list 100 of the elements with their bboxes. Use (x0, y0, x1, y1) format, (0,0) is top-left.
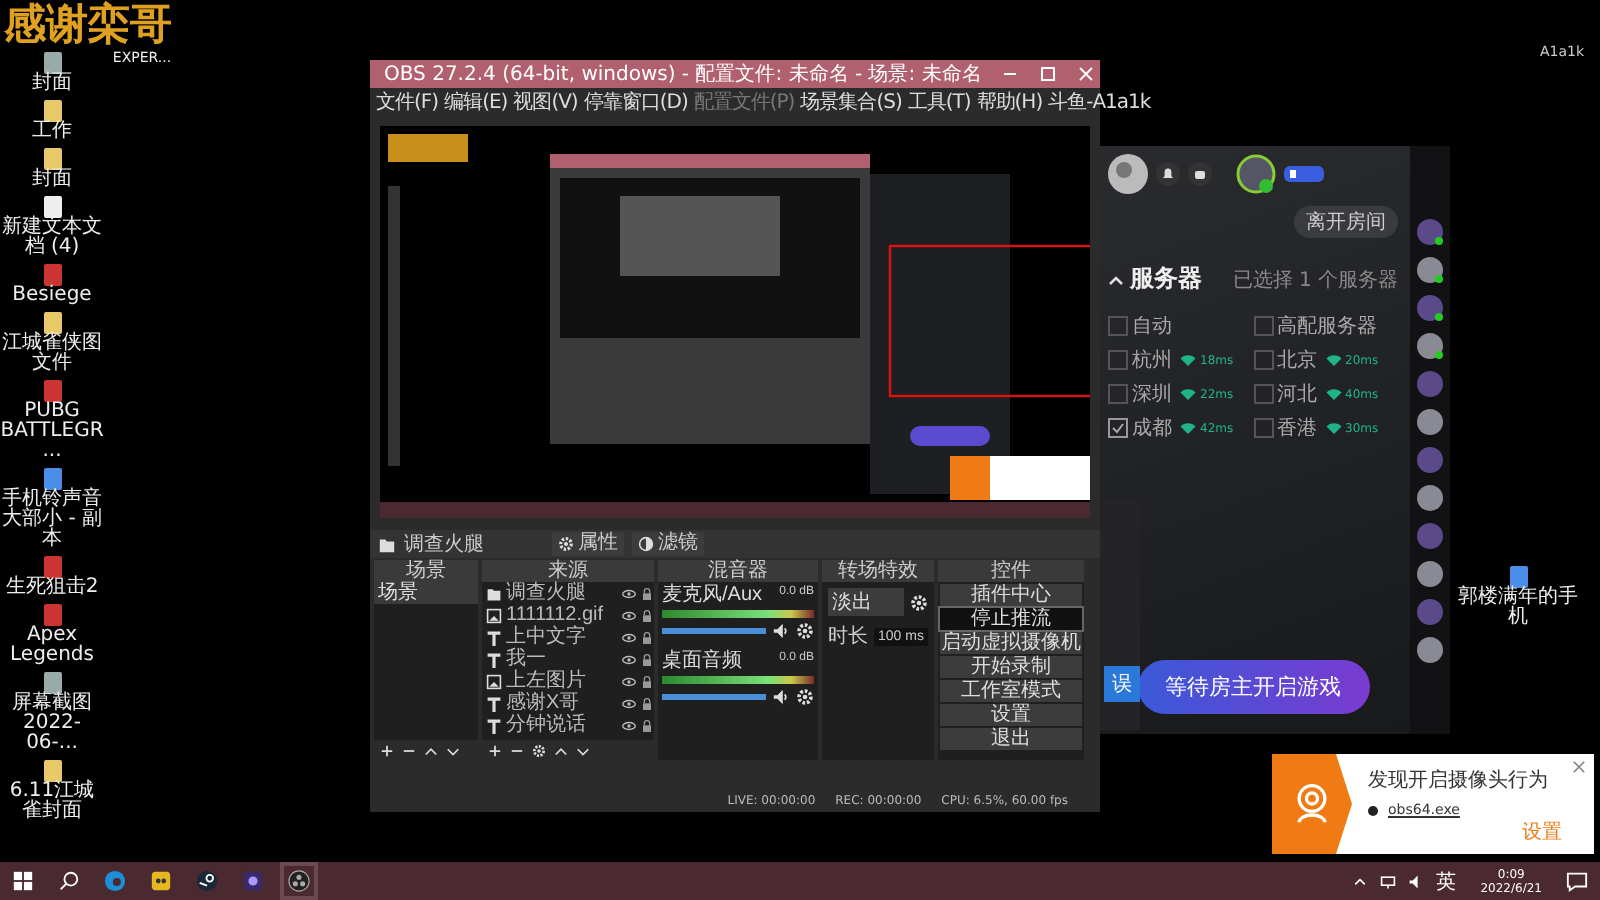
scene-item[interactable]: 场景 (374, 582, 478, 604)
desktop-file-icon[interactable] (43, 380, 61, 402)
source-item[interactable]: 1111112.gif (506, 604, 618, 626)
collapse-caret-icon[interactable] (1108, 273, 1124, 285)
friend-avatar-icon[interactable] (1416, 294, 1444, 322)
lock-icon[interactable] (640, 719, 654, 731)
control-button[interactable]: 开始录制 (940, 656, 1082, 678)
properties-button[interactable]: 属性 (552, 532, 624, 556)
control-button[interactable]: 启动虚拟摄像机 (940, 632, 1082, 654)
start-game-button[interactable]: 等待房主开启游戏 (1137, 660, 1369, 714)
settings-icon[interactable] (796, 688, 814, 706)
desktop-file-icon[interactable] (43, 52, 61, 74)
bag-icon[interactable] (1188, 162, 1212, 186)
close-icon[interactable] (1572, 760, 1586, 774)
friend-avatar-icon[interactable] (1416, 332, 1444, 360)
menu-item[interactable]: 文件(F) (376, 87, 439, 115)
friend-avatar-icon[interactable] (1416, 636, 1444, 664)
menu-item[interactable]: 斗鱼-A1a1k (1048, 87, 1151, 115)
desktop-file-icon[interactable] (43, 760, 61, 782)
filters-button[interactable]: 滤镜 (632, 532, 704, 556)
desktop-file-icon[interactable] (43, 100, 61, 122)
eye-icon[interactable] (622, 719, 636, 731)
notification-center-icon[interactable] (1566, 870, 1588, 892)
move-down-icon[interactable] (446, 743, 460, 757)
partial-button[interactable]: 误 (1104, 666, 1140, 702)
friend-avatar-icon[interactable] (1416, 408, 1444, 436)
eye-icon[interactable] (622, 653, 636, 665)
maximize-icon[interactable] (1037, 64, 1058, 84)
desktop-file-icon[interactable] (43, 672, 61, 694)
move-up-icon[interactable] (554, 743, 568, 757)
lock-icon[interactable] (640, 653, 654, 665)
control-button[interactable]: 退出 (940, 728, 1082, 750)
settings-icon[interactable] (532, 743, 546, 757)
lock-icon[interactable] (640, 697, 654, 709)
lock-icon[interactable] (640, 675, 654, 687)
control-button[interactable]: 插件中心 (940, 584, 1082, 606)
source-item[interactable]: 感谢X哥 (506, 692, 618, 714)
speaker-icon[interactable] (772, 622, 790, 640)
menu-item[interactable]: 帮助(H) (976, 87, 1043, 115)
desktop-file-icon[interactable] (43, 556, 61, 578)
browser-icon[interactable] (104, 870, 126, 892)
source-item[interactable]: 我一 (506, 648, 618, 670)
move-down-icon[interactable] (576, 743, 590, 757)
friend-avatar-icon[interactable] (1416, 256, 1444, 284)
desktop-file-icon[interactable] (43, 148, 61, 170)
desktop-file-icon[interactable] (43, 468, 61, 490)
volume-slider[interactable] (662, 628, 766, 634)
start-icon[interactable] (12, 870, 34, 892)
source-item[interactable]: 上中文字 (506, 626, 618, 648)
settings-icon[interactable] (910, 593, 928, 611)
menu-item[interactable]: 编辑(E) (444, 87, 508, 115)
menu-item[interactable]: 停靠窗口(D) (583, 87, 688, 115)
eye-icon[interactable] (622, 697, 636, 709)
move-up-icon[interactable] (424, 743, 438, 757)
checkbox[interactable] (1253, 350, 1273, 370)
desktop-file-icon[interactable] (43, 196, 61, 218)
avatar-icon[interactable] (1236, 154, 1276, 194)
add-icon[interactable] (488, 743, 502, 757)
checkbox[interactable] (1108, 316, 1128, 336)
bell-icon[interactable] (1156, 162, 1180, 186)
eye-icon[interactable] (622, 587, 636, 599)
friend-avatar-icon[interactable] (1416, 484, 1444, 512)
eye-icon[interactable] (622, 631, 636, 643)
add-icon[interactable] (380, 743, 394, 757)
source-item[interactable]: 上左图片 (506, 670, 618, 692)
checkbox[interactable] (1253, 384, 1273, 404)
control-button[interactable]: 停止推流 (940, 608, 1082, 630)
settings-icon[interactable] (796, 622, 814, 640)
checkbox[interactable] (1253, 316, 1273, 336)
speaker-icon[interactable] (772, 688, 790, 706)
app-icon[interactable] (242, 870, 264, 892)
checkbox[interactable] (1108, 350, 1128, 370)
input-language[interactable]: 英 (1436, 867, 1457, 895)
network-icon[interactable] (1380, 873, 1397, 889)
chevron-up-icon[interactable] (1352, 873, 1369, 889)
menu-item[interactable]: 工具(T) (907, 87, 971, 115)
lock-icon[interactable] (640, 587, 654, 599)
control-button[interactable]: 工作室模式 (940, 680, 1082, 702)
volume-slider[interactable] (662, 694, 766, 700)
friend-avatar-icon[interactable] (1416, 218, 1444, 246)
eye-icon[interactable] (622, 675, 636, 687)
desktop-file-icon[interactable] (43, 312, 61, 334)
checkbox[interactable] (1108, 384, 1128, 404)
lock-icon[interactable] (640, 609, 654, 621)
lock-icon[interactable] (640, 631, 654, 643)
source-item[interactable]: 调查火腿 (506, 582, 618, 604)
app-icon[interactable] (150, 870, 172, 892)
control-button[interactable]: 设置 (940, 704, 1082, 726)
steam-icon[interactable] (196, 870, 218, 892)
menu-item[interactable]: 视图(V) (513, 87, 578, 115)
menu-item[interactable]: 场景集合(S) (800, 87, 902, 115)
checkbox[interactable] (1108, 418, 1128, 438)
leave-room-button[interactable]: 离开房间 (1294, 206, 1398, 238)
search-icon[interactable] (58, 870, 80, 892)
checkbox[interactable] (1253, 418, 1273, 438)
transition-dropdown[interactable]: 淡出 (828, 588, 904, 616)
friend-avatar-icon[interactable] (1416, 560, 1444, 588)
desktop-file-icon[interactable] (1509, 566, 1527, 588)
source-item[interactable]: 分钟说话 (506, 714, 618, 736)
eye-icon[interactable] (622, 609, 636, 621)
